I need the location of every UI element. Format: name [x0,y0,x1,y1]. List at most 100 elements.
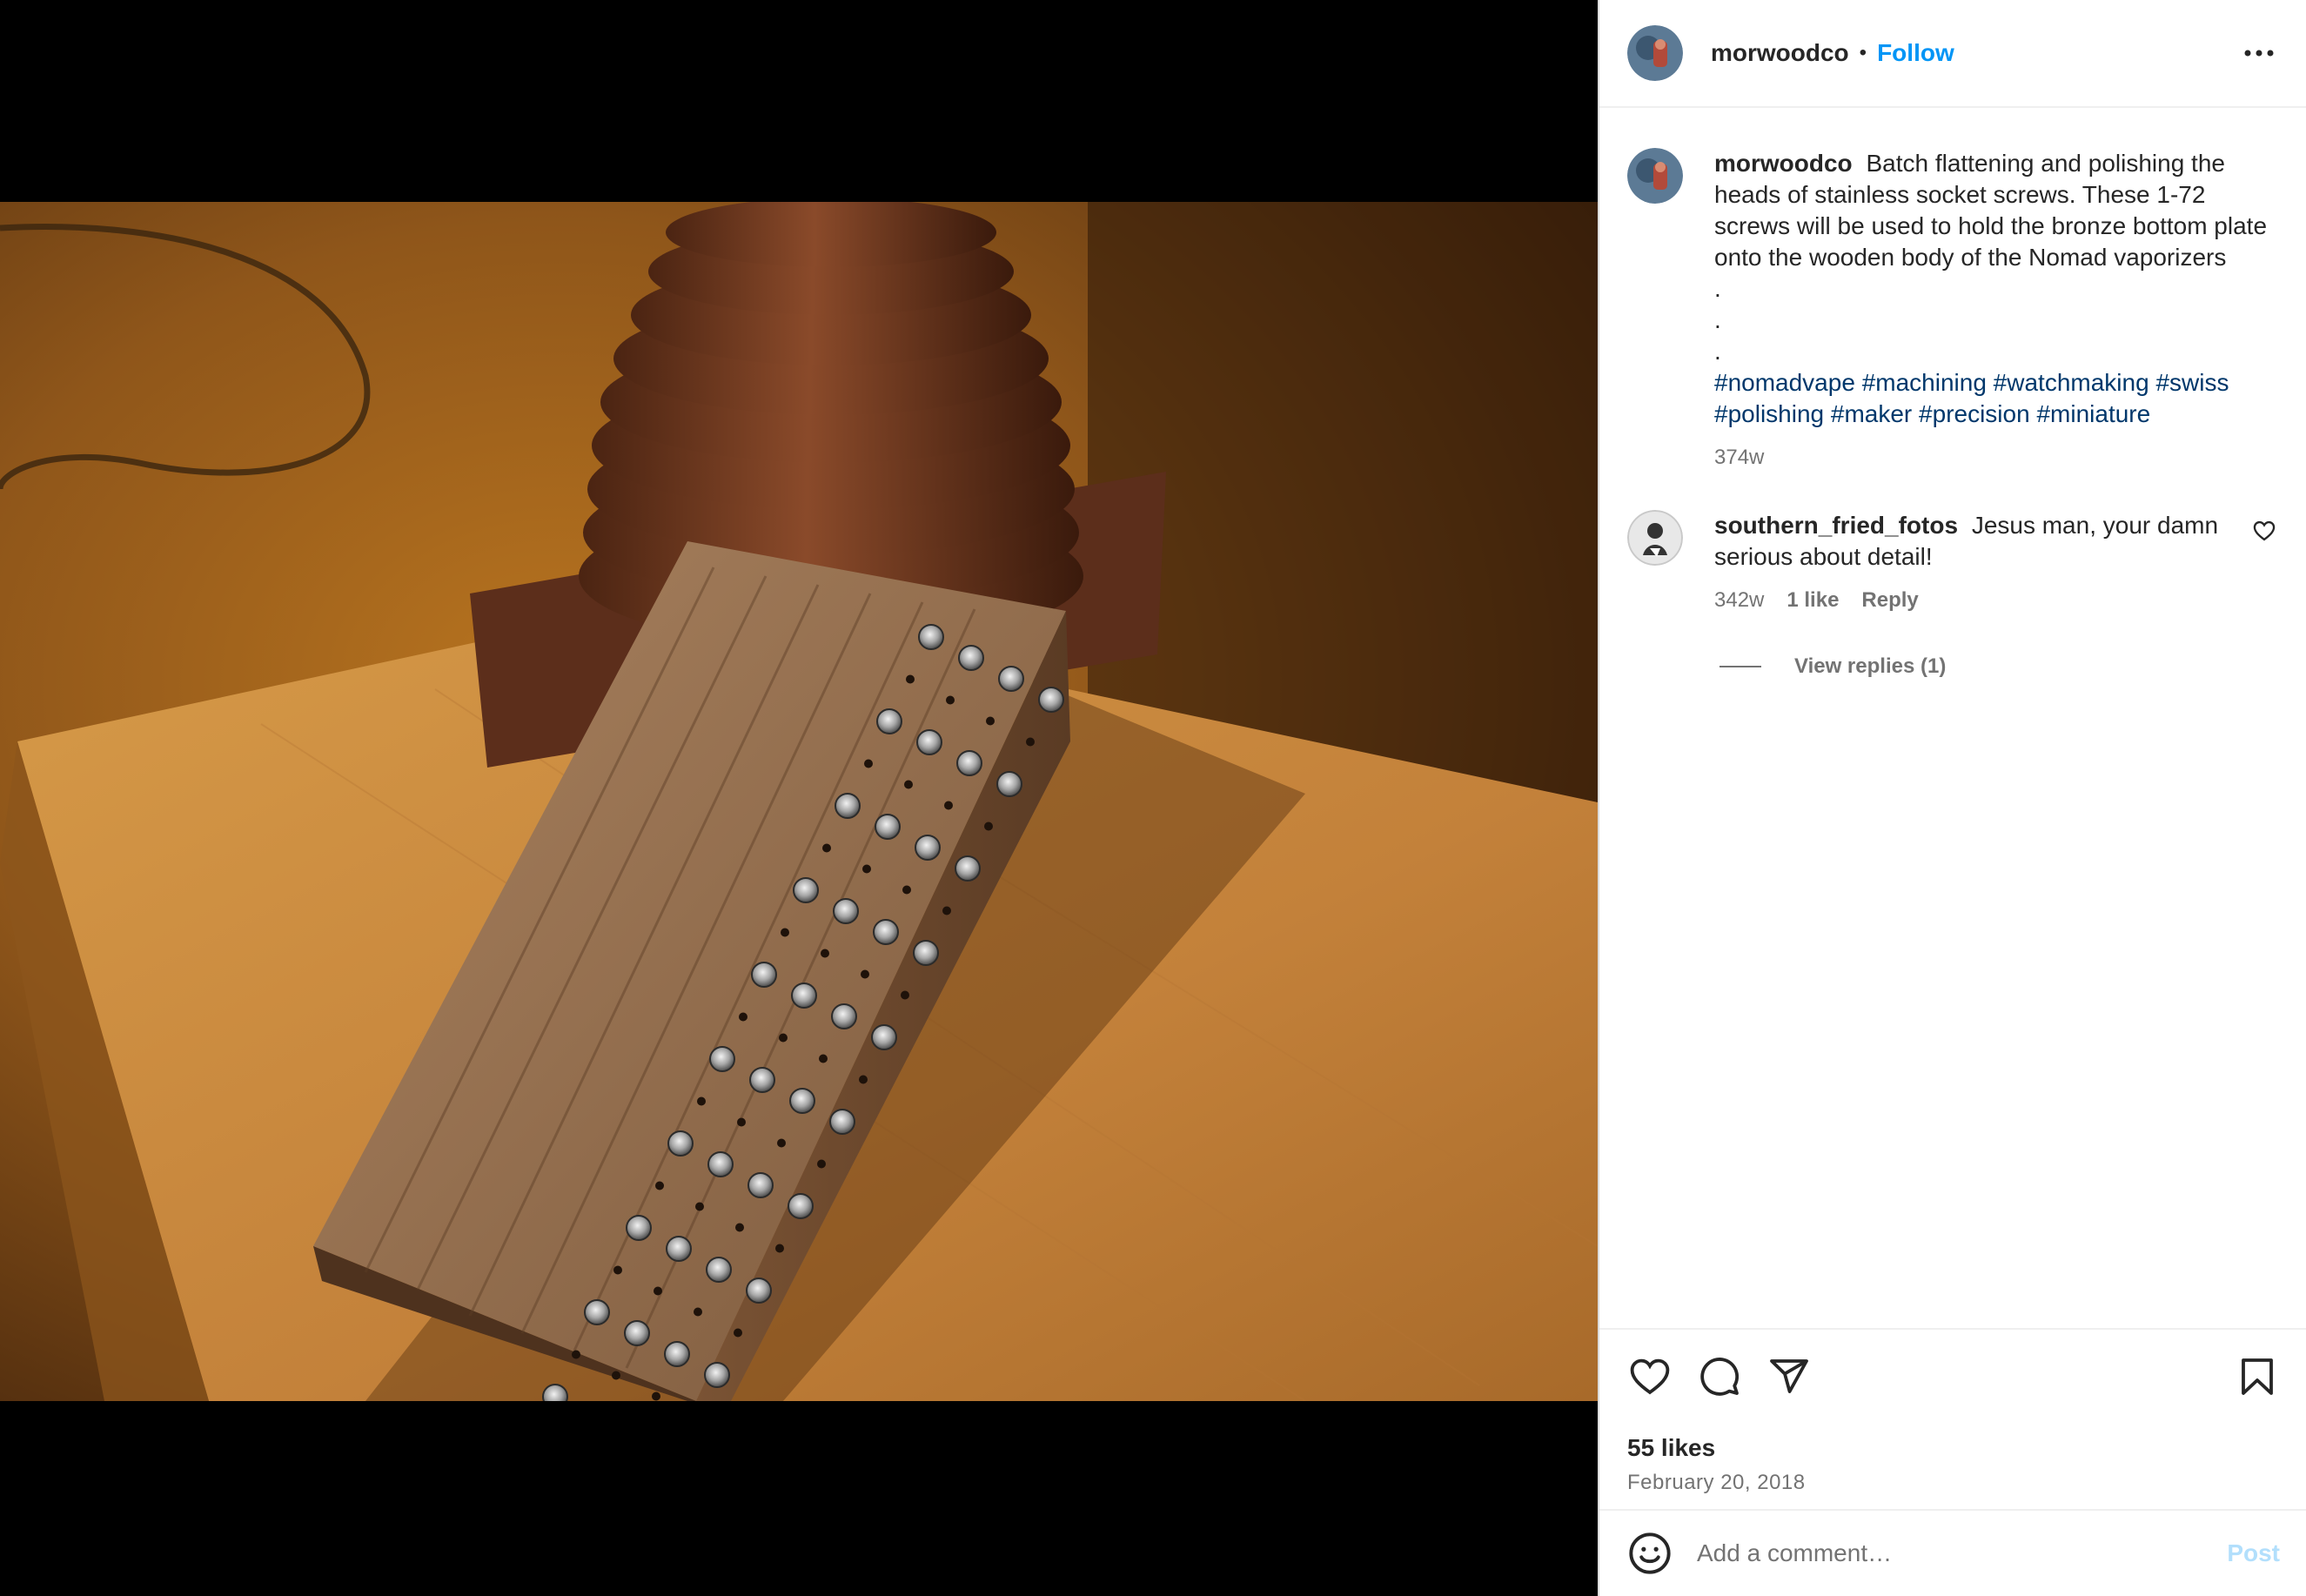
caption-age[interactable]: 374w [1714,442,1764,473]
photo-screw [749,1067,775,1093]
photo-screw [626,1215,652,1241]
small-heart-icon[interactable] [2252,519,2276,543]
comment-age[interactable]: 342w [1714,585,1764,616]
hashtag-link[interactable]: #swiss [2155,369,2229,396]
follow-button[interactable]: Follow [1877,39,1954,67]
photo-screw [706,1257,732,1283]
photo-hole [735,1223,744,1232]
photo-screw [704,1362,730,1388]
comment-input[interactable] [1695,1539,2228,1568]
photo-screw [916,729,942,755]
post-header: morwoodco • Follow [1599,0,2306,108]
photo-hole [862,864,871,874]
photo-screw [747,1172,774,1198]
hashtag-link[interactable]: #nomadvape [1714,369,1855,396]
comment-button[interactable] [1697,1354,1742,1399]
caption-dot: . [1714,275,1721,302]
more-options-icon[interactable] [2238,32,2280,74]
hashtag-link[interactable]: #machining [1862,369,1987,396]
view-replies-button[interactable]: View replies (1) [1719,654,2278,679]
photo-hole [1026,737,1035,747]
photo-screw [584,1299,610,1325]
photo-hole [612,1371,620,1380]
hashtag-link[interactable]: #watchmaking [1994,369,2149,396]
photo-hole [859,1075,868,1084]
photo-screw [667,1130,694,1157]
caption-meta: 374w [1714,442,2278,473]
photo-screw [831,1003,857,1029]
photo-screw [875,814,901,840]
caption-body: morwoodco Batch flattening and polishing… [1714,148,2278,473]
like-button[interactable] [1627,1354,1673,1399]
comment-body: southern_fried_fotos Jesus man, your dam… [1714,510,2278,616]
photo-hole [944,801,953,810]
likes-count[interactable]: 55 likes [1627,1434,2280,1462]
photo-screw [996,771,1022,797]
photo-hole [777,1138,786,1148]
post-actions: 55 likes February 20, 2018 [1599,1328,2306,1495]
photo-screw [871,1024,897,1050]
comment-item: southern_fried_fotos Jesus man, your dam… [1627,510,2278,616]
share-button[interactable] [1766,1354,1812,1399]
photo-screw [958,645,984,671]
post-side-panel: morwoodco • Follow morwoodco Batch flatt… [1598,0,2306,1596]
post-date[interactable]: February 20, 2018 [1627,1471,2280,1495]
photo-hole [864,759,873,768]
photo-screw [955,855,981,882]
photo-hole [739,1012,747,1022]
photo-screw [876,708,902,734]
hashtag-link[interactable]: #precision [1919,400,2030,427]
photo-hole [819,1054,828,1063]
photo-screw [666,1236,692,1262]
photo-hole [775,1244,784,1253]
action-icons [1627,1349,2280,1405]
view-replies-label: View replies (1) [1794,654,1947,678]
replies-divider-line [1719,666,1761,667]
comment-likes[interactable]: 1 like [1786,585,1839,616]
hashtag-link[interactable]: #maker [1831,400,1912,427]
comment-bubble-icon [1700,1358,1740,1396]
comment-author[interactable]: southern_fried_fotos [1714,512,1958,539]
photo-screw [1038,687,1064,713]
photo-screw [746,1277,772,1304]
author-avatar[interactable] [1627,25,1683,81]
author-username[interactable]: morwoodco [1711,39,1849,67]
photo-hole [986,716,995,726]
caption-dot: . [1714,306,1721,333]
comments-section: morwoodco Batch flattening and polishing… [1599,110,2306,1328]
separator-dot: • [1859,41,1867,64]
reply-button[interactable]: Reply [1861,585,1918,616]
photo-screw [956,750,982,776]
photo-hole [817,1159,826,1169]
post-photo[interactable] [0,202,1598,1401]
photo-screw [707,1151,734,1177]
photo-hole [942,906,951,915]
photo-screw [664,1341,690,1367]
caption-author-avatar[interactable] [1627,148,1683,204]
photo-hole [655,1181,664,1190]
post-comment-button[interactable]: Post [2227,1539,2280,1567]
photo-screw [789,1088,815,1114]
photo-screw [751,962,777,988]
hashtag-link[interactable]: #miniature [2036,400,2150,427]
photo-hole [902,885,911,895]
photo-hole [946,695,955,705]
photo-hole [613,1265,622,1275]
photo-screw [791,982,817,1009]
photo-hole [734,1328,742,1338]
photo-screw [833,898,859,924]
commenter-avatar[interactable] [1627,510,1683,566]
caption-author[interactable]: morwoodco [1714,150,1853,177]
save-button[interactable] [2235,1354,2280,1399]
photo-hole [984,821,993,831]
photo-screw [998,666,1024,692]
hashtag-link[interactable]: #polishing [1714,400,1824,427]
heart-icon [1630,1358,1670,1395]
photo-screw [793,877,819,903]
photo-hole [694,1307,702,1317]
photo-screw [788,1193,814,1219]
photo-hole [697,1096,706,1106]
emoji-smile-icon[interactable] [1627,1531,1673,1576]
photo-screw [918,624,944,650]
instagram-post: morwoodco • Follow morwoodco Batch flatt… [0,0,2306,1596]
